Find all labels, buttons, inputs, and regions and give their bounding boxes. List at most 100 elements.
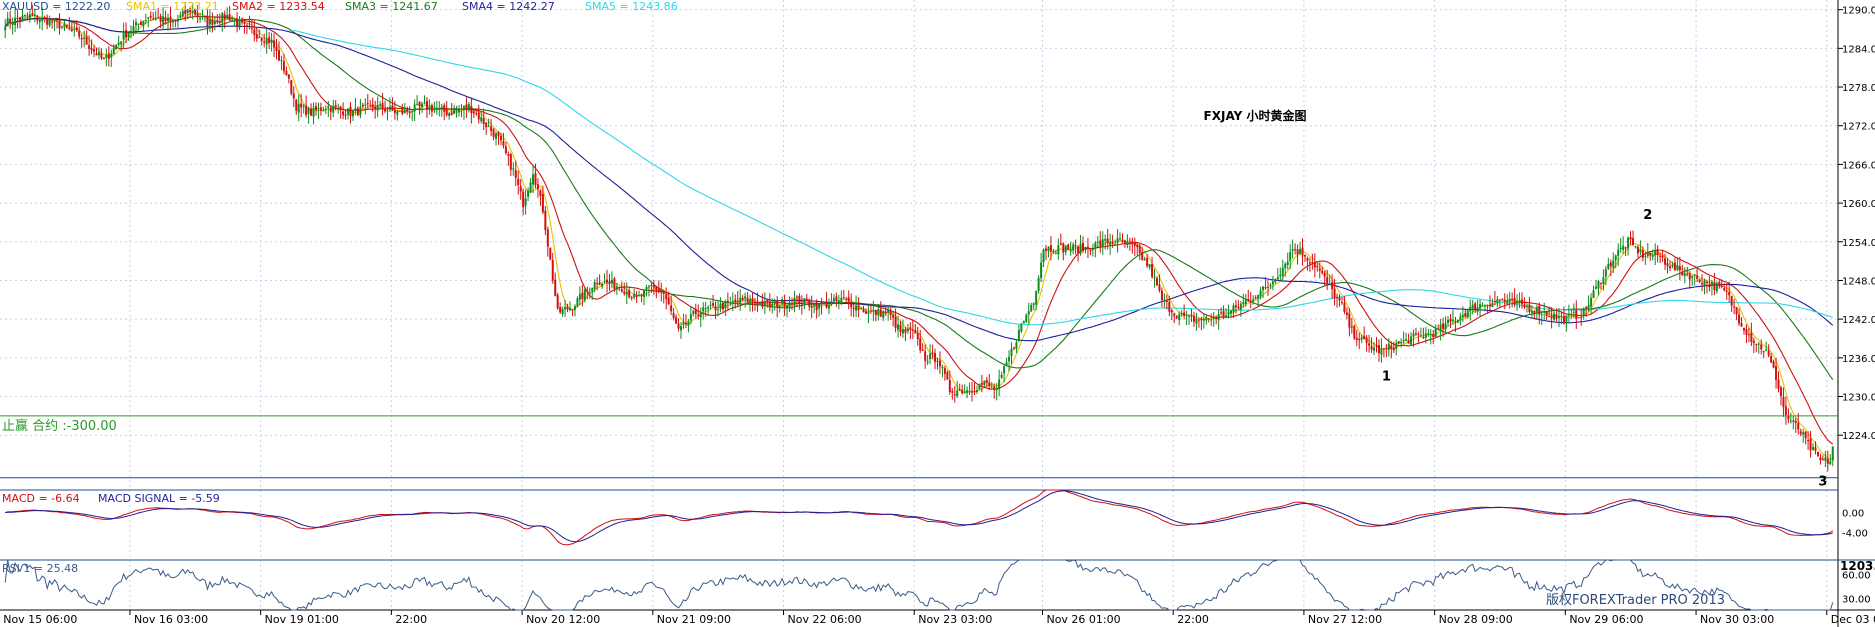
candle-body — [1789, 420, 1792, 422]
candle-body — [433, 108, 436, 111]
candle-body — [1257, 294, 1260, 299]
candle-body — [1691, 275, 1694, 278]
candle-body — [1668, 266, 1671, 269]
candle-body — [435, 109, 438, 111]
candle-body — [1683, 273, 1686, 277]
candle-body — [1380, 348, 1383, 355]
candle-body — [1308, 262, 1311, 264]
candle-body — [1656, 249, 1659, 256]
candle-body — [1715, 283, 1718, 292]
candle-body — [90, 47, 93, 51]
candle-body — [1079, 243, 1082, 254]
candle-body — [245, 25, 248, 27]
candle-body — [1348, 313, 1351, 328]
candle-body — [349, 106, 352, 117]
candle-body — [1017, 329, 1020, 342]
candle-body — [968, 391, 971, 393]
candle-body — [1592, 290, 1595, 298]
candle-body — [556, 294, 559, 309]
candle-body — [240, 18, 243, 23]
candle-body — [1104, 238, 1107, 241]
candle-body — [1469, 306, 1472, 312]
candle-body — [1804, 431, 1807, 439]
candle-body — [238, 20, 241, 28]
candle-body — [1052, 251, 1055, 253]
candle-body — [593, 282, 596, 289]
candle-body — [798, 296, 801, 305]
candle-body — [1239, 303, 1242, 310]
candle-body — [559, 307, 562, 313]
candle-body — [1501, 299, 1504, 301]
candle-body — [1217, 314, 1220, 320]
candle-body — [561, 308, 564, 315]
candle-body — [1266, 286, 1269, 288]
price-tick-label: 1290.00 — [1842, 6, 1875, 17]
candle-body — [472, 111, 475, 114]
candle-body — [63, 23, 66, 28]
candle-body — [1809, 438, 1812, 451]
candle-body — [1015, 342, 1018, 349]
candle-body — [1481, 305, 1484, 307]
candle-body — [1121, 239, 1124, 242]
time-tick-label: Nov 21 09:00 — [657, 613, 731, 626]
candle-body — [892, 314, 895, 318]
candle-body — [1377, 345, 1380, 354]
candle-body — [1466, 310, 1469, 318]
candle-body — [746, 297, 749, 303]
candle-body — [83, 37, 86, 39]
candle-body — [948, 379, 951, 393]
time-tick-label: 22:00 — [395, 613, 427, 626]
candle-body — [1395, 342, 1398, 349]
price-tick-label: 1224.00 — [1842, 431, 1875, 442]
candle-body — [1612, 260, 1615, 268]
candle-body — [1447, 320, 1450, 324]
candle-body — [68, 27, 71, 30]
candle-body — [388, 106, 391, 110]
candle-body — [213, 20, 216, 24]
candle-body — [1720, 286, 1723, 288]
candle-body — [776, 300, 779, 308]
candle-body — [1590, 297, 1593, 307]
candle-body — [490, 126, 493, 131]
candle-body — [1151, 264, 1154, 278]
candle-body — [1493, 301, 1496, 303]
candle-body — [1725, 290, 1728, 292]
candle-body — [793, 298, 796, 306]
candle-body — [1082, 242, 1085, 251]
candle-body — [105, 54, 108, 59]
candle-body — [773, 301, 776, 304]
candle-body — [290, 80, 293, 94]
candle-body — [736, 300, 739, 303]
candle-body — [122, 31, 125, 40]
candle-body — [1160, 290, 1163, 301]
candle-body — [228, 14, 231, 21]
candle-body — [1247, 299, 1250, 301]
candle-body — [255, 34, 258, 39]
candle-body — [1713, 282, 1716, 291]
candle-body — [100, 53, 103, 59]
candle-body — [1318, 268, 1321, 271]
candle-body — [889, 310, 892, 316]
candle-body — [699, 312, 702, 318]
candle-body — [778, 305, 781, 308]
candle-body — [680, 326, 683, 331]
candle-body — [243, 21, 246, 24]
candle-body — [524, 198, 527, 206]
candle-body — [60, 26, 63, 28]
candle-body — [285, 71, 288, 76]
watermark: 版权FOREXTrader PRO 2013 — [1546, 592, 1725, 608]
candle-body — [781, 299, 784, 304]
candle-body — [1733, 306, 1736, 308]
candle-body — [1565, 315, 1568, 323]
candle-body — [1183, 312, 1186, 316]
candle-body — [263, 41, 266, 43]
candle-body — [694, 309, 697, 314]
annotation-marker: 3 — [1818, 474, 1827, 489]
candle-body — [1210, 319, 1213, 321]
candle-body — [1597, 281, 1600, 289]
candle-body — [97, 52, 100, 56]
candle-body — [1262, 286, 1265, 291]
candle-body — [1629, 237, 1632, 240]
candle-body — [544, 210, 547, 231]
candle-body — [208, 18, 211, 25]
